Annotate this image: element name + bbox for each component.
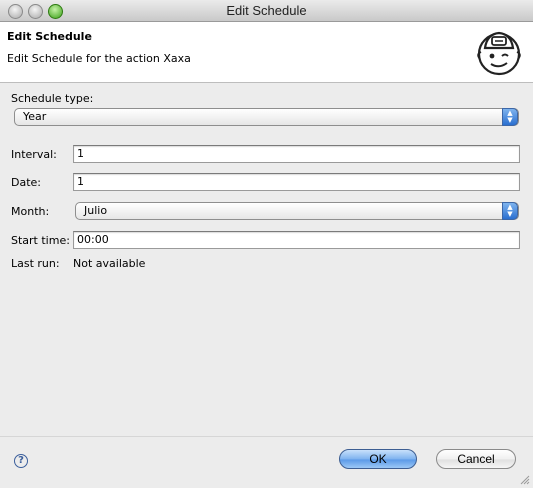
bottom-separator: [0, 436, 533, 437]
ok-button[interactable]: OK: [339, 449, 417, 469]
schedule-type-label: Schedule type:: [11, 92, 94, 105]
last-run-value: Not available: [73, 257, 146, 270]
date-label: Date:: [11, 176, 41, 189]
select-arrows-icon: ▲ ▼: [502, 202, 518, 220]
resize-grip-icon[interactable]: [520, 475, 530, 485]
month-label: Month:: [11, 205, 50, 218]
mascot-icon: [477, 31, 521, 76]
select-arrows-icon: ▲ ▼: [502, 108, 518, 126]
start-time-field[interactable]: 00:00: [73, 231, 520, 249]
date-field[interactable]: 1: [73, 173, 520, 191]
help-icon[interactable]: ?: [14, 454, 28, 468]
start-time-label: Start time:: [11, 234, 70, 247]
month-select[interactable]: Julio ▲ ▼: [75, 202, 519, 220]
window-title: Edit Schedule: [226, 3, 307, 18]
window-titlebar[interactable]: Edit Schedule: [0, 0, 533, 22]
schedule-type-select[interactable]: Year ▲ ▼: [14, 108, 519, 126]
header-title: Edit Schedule: [7, 30, 92, 43]
dialog-header: Edit Schedule Edit Schedule for the acti…: [0, 22, 533, 83]
schedule-type-value: Year: [23, 110, 47, 123]
cancel-button[interactable]: Cancel: [436, 449, 516, 469]
interval-field[interactable]: 1: [73, 145, 520, 163]
month-value: Julio: [84, 204, 108, 217]
header-description: Edit Schedule for the action Xaxa: [7, 52, 191, 65]
last-run-label: Last run:: [11, 257, 60, 270]
interval-label: Interval:: [11, 148, 57, 161]
